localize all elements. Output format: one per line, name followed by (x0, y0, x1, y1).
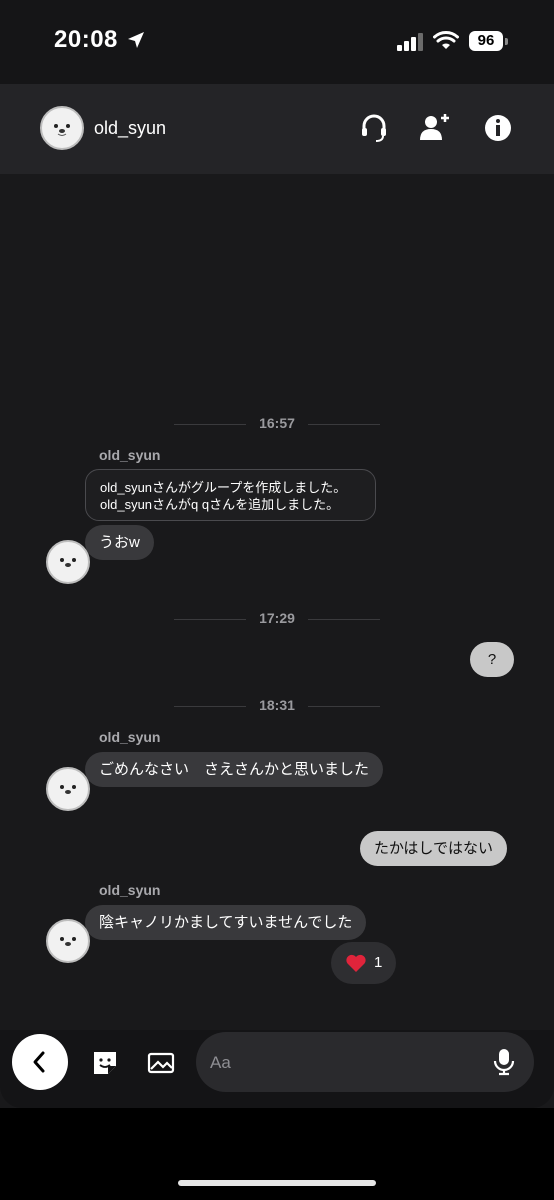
avatar[interactable] (46, 919, 90, 963)
image-icon[interactable] (146, 1048, 176, 1078)
wifi-icon (433, 31, 459, 49)
system-message: old_syunさんがグループを作成しました。 old_syunさんがq qさん… (85, 469, 376, 521)
message-input[interactable] (196, 1032, 534, 1094)
chevron-left-icon (33, 1051, 45, 1073)
add-user-icon[interactable] (416, 110, 452, 146)
seal-avatar-icon (54, 124, 70, 136)
message-text-field[interactable] (208, 1032, 482, 1094)
time-divider: 17:29 (174, 610, 380, 628)
microphone-icon[interactable] (492, 1048, 516, 1076)
seal-avatar-icon (60, 785, 76, 794)
sender-name: old_syun (99, 447, 161, 463)
back-button[interactable] (12, 1034, 68, 1090)
status-bar: 20:08 96 (0, 0, 554, 84)
seal-avatar-icon (60, 558, 76, 567)
battery-level: 96 (477, 32, 495, 49)
message-bubble[interactable]: うおw (85, 525, 154, 560)
avatar[interactable] (46, 540, 90, 584)
status-time: 20:08 (54, 26, 118, 53)
message-bubble[interactable]: 陰キャノリかましてすいませんでした (85, 905, 367, 940)
signal-icon (397, 33, 423, 51)
time-divider: 16:57 (174, 415, 380, 433)
system-message-line: old_syunさんがグループを作成しました。 (100, 480, 347, 495)
chat-title[interactable]: old_syun (94, 118, 166, 139)
message-bubble[interactable]: ごめんなさい さえさんかと思いました (85, 752, 384, 787)
sender-name: old_syun (99, 729, 161, 745)
headset-icon[interactable] (356, 110, 392, 146)
info-icon[interactable] (480, 110, 516, 146)
avatar[interactable] (40, 106, 84, 150)
chat-header: old_syun (0, 84, 554, 174)
home-indicator[interactable] (178, 1180, 376, 1186)
heart-icon (346, 954, 366, 972)
seal-avatar-icon (60, 937, 76, 946)
time-divider: 18:31 (174, 697, 380, 715)
my-message-bubble[interactable]: ? (470, 642, 514, 677)
my-message-bubble[interactable]: たかはしではない (360, 831, 507, 866)
system-message-line: old_syunさんがq qさんを追加しました。 (100, 497, 340, 512)
bottom-safe-area (0, 1108, 554, 1200)
reaction-count: 1 (374, 954, 383, 971)
location-arrow-icon (128, 32, 144, 48)
battery-indicator: 96 (469, 31, 509, 51)
sender-name: old_syun (99, 882, 161, 898)
message-composer (0, 1030, 554, 1108)
avatar[interactable] (46, 767, 90, 811)
sticker-icon[interactable] (90, 1048, 120, 1078)
reaction-badge[interactable]: 1 (331, 942, 396, 984)
